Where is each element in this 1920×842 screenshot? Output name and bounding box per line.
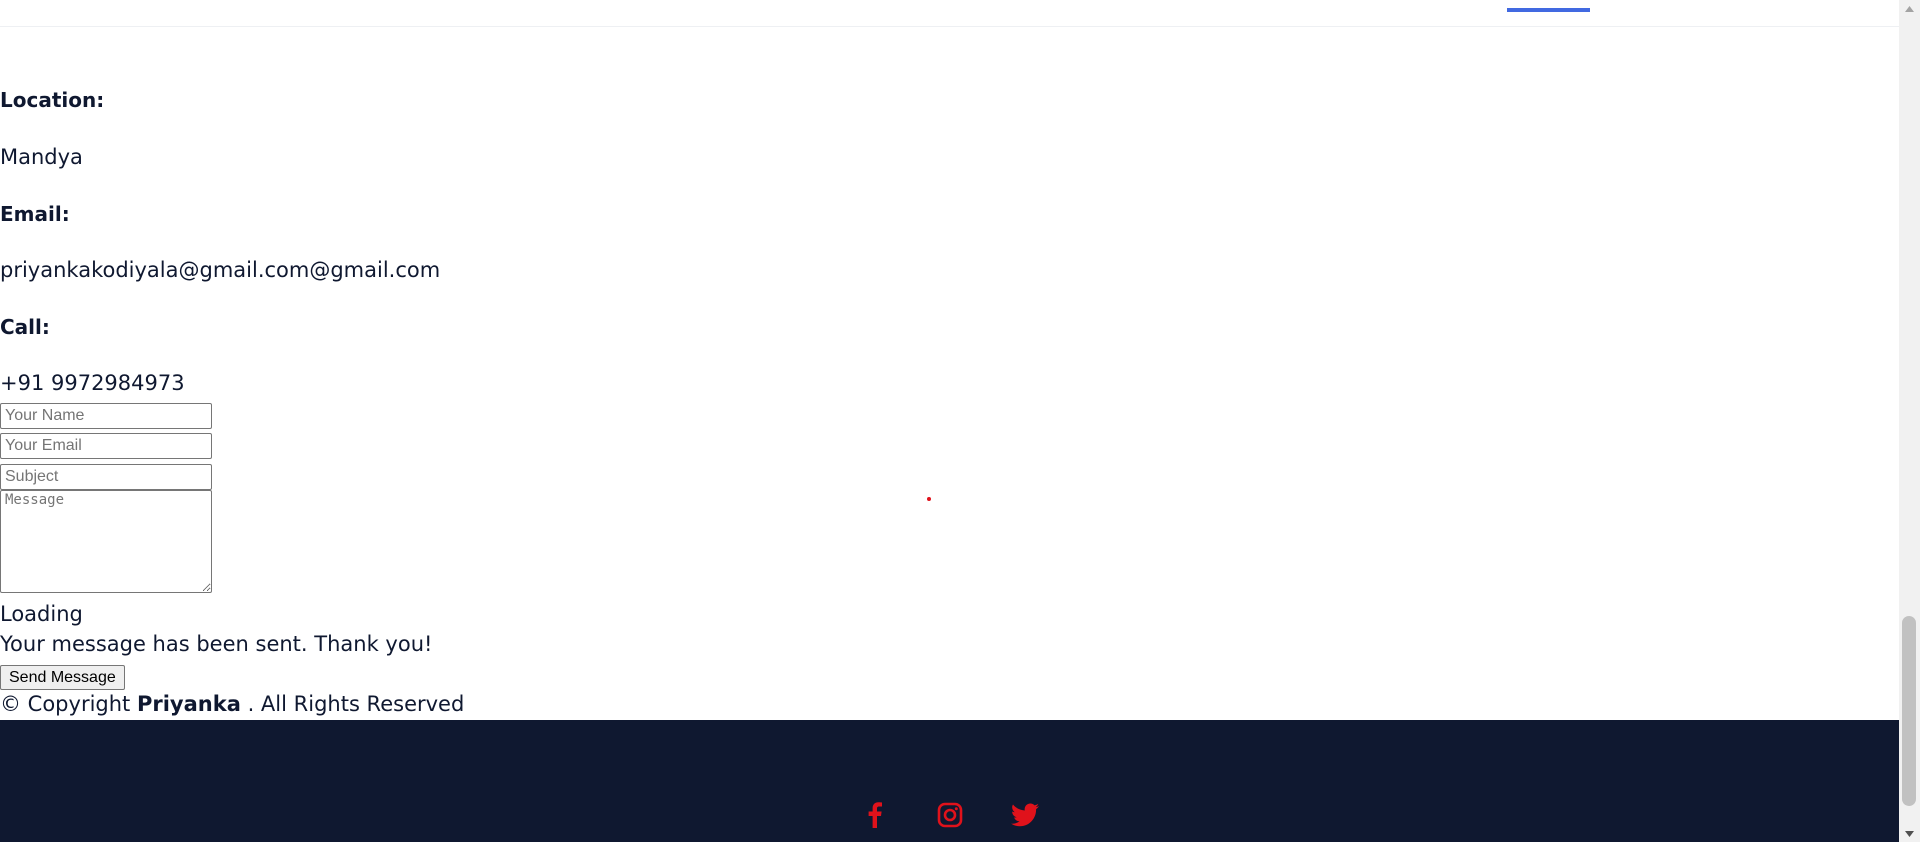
send-message-button[interactable]: Send Message — [0, 665, 125, 690]
call-value: +91 9972984973 — [0, 371, 185, 395]
scrollbar-thumb[interactable] — [1902, 616, 1916, 806]
copyright-prefix: © Copyright — [0, 692, 131, 716]
email-label: Email: — [0, 202, 70, 226]
scrollbar[interactable] — [1899, 0, 1920, 842]
scroll-down-arrow-icon[interactable] — [1899, 825, 1920, 842]
sent-message: Your message has been sent. Thank you! — [0, 632, 433, 656]
name-input[interactable] — [0, 403, 212, 429]
instagram-icon[interactable] — [935, 800, 965, 830]
loading-text: Loading — [0, 602, 83, 626]
contact-section: Location: Mandya Email: priyankakodiyala… — [0, 0, 1899, 720]
email-value: priyankakodiyala@gmail.com@gmail.com — [0, 258, 441, 282]
message-textarea[interactable] — [0, 490, 212, 593]
copyright-text: © Copyright Priyanka . All Rights Reserv… — [0, 692, 464, 716]
call-label: Call: — [0, 315, 50, 339]
copyright-name: Priyanka — [136, 692, 241, 716]
cursor-dot — [927, 497, 931, 501]
email-input[interactable] — [0, 433, 212, 459]
twitter-icon[interactable] — [1010, 800, 1040, 830]
location-value: Mandya — [0, 145, 83, 169]
location-label: Location: — [0, 88, 105, 112]
facebook-icon[interactable] — [860, 800, 890, 830]
subject-input[interactable] — [0, 464, 212, 490]
copyright-suffix: . All Rights Reserved — [247, 692, 465, 716]
scroll-up-arrow-icon[interactable] — [1899, 0, 1920, 17]
